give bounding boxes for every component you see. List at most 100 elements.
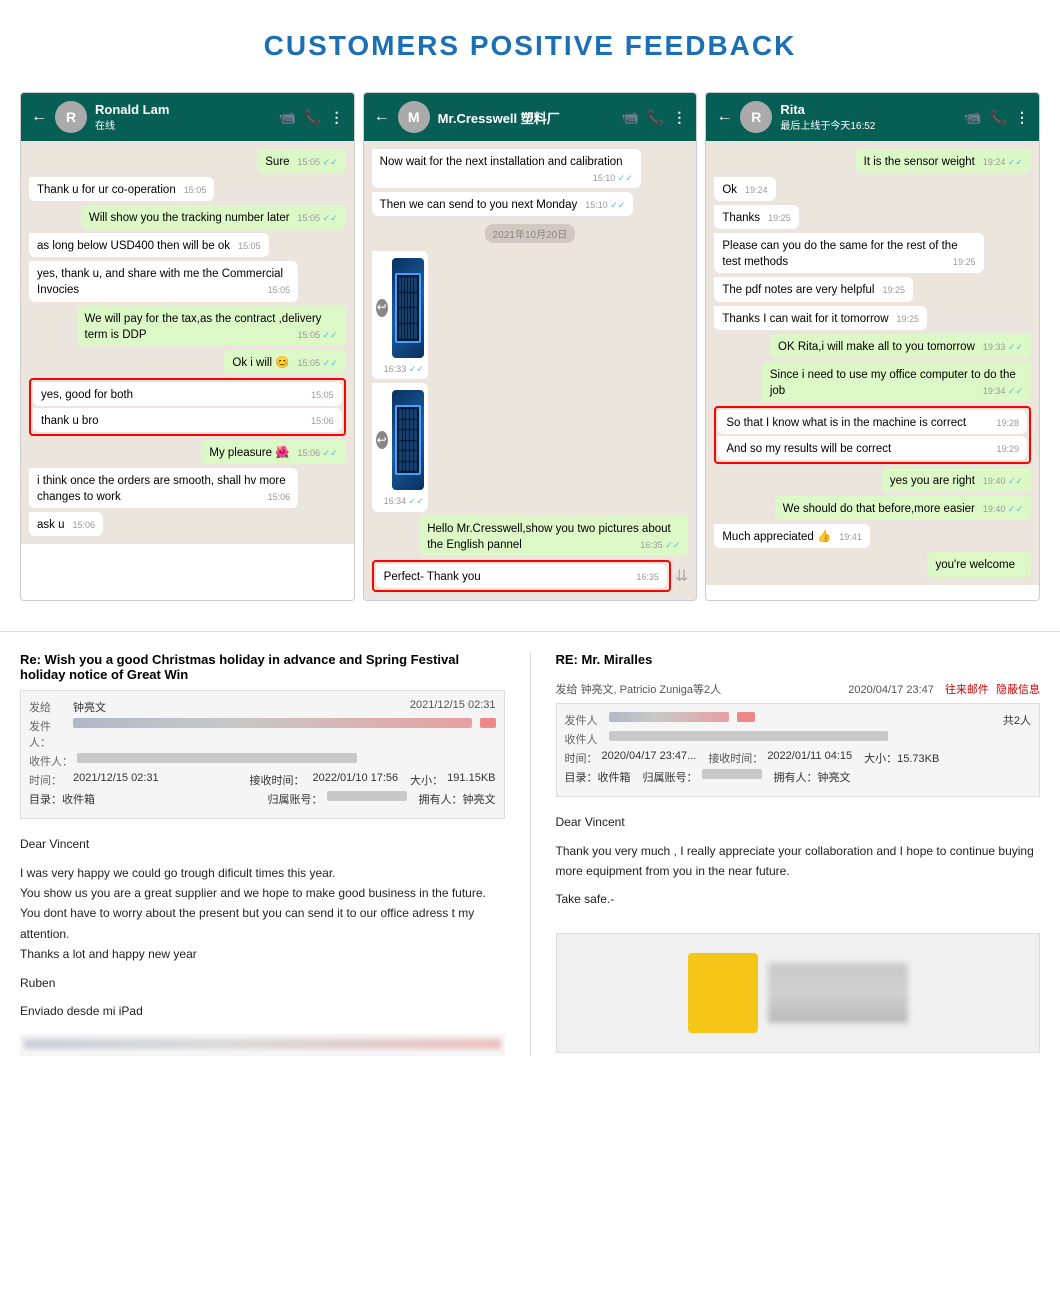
email-meta-sender: 发件人： — [29, 718, 496, 750]
blurred-sender-2 — [609, 712, 729, 722]
email-text-2: Thank you very much , I really appreciat… — [556, 841, 1041, 882]
chat-name-3: Rita — [780, 102, 956, 117]
email-section: Re: Wish you a good Christmas holiday in… — [0, 631, 1060, 1076]
list-item: i think once the orders are smooth, shal… — [29, 468, 298, 508]
yellow-image-block — [688, 953, 758, 1033]
list-item: So that I know what is in the machine is… — [718, 410, 1027, 434]
chat-body-1: Sure 15:05 ✓✓ Thank u for ur co-operatio… — [21, 141, 354, 544]
scroll-icon[interactable]: ⇊ — [675, 566, 688, 586]
email-meta-from: 发给 钟亮文 2021/12/15 02:31 — [29, 699, 496, 715]
video-icon-1[interactable]: 📹 — [279, 109, 296, 126]
list-item: thank u bro 15:06 — [33, 408, 342, 432]
blurred-recipient — [77, 753, 357, 763]
email-closing-2: Take safe.- — [556, 889, 1041, 909]
list-item: It is the sensor weight 19:24 ✓✓ — [856, 149, 1031, 173]
list-item: Thanks I can wait for it tomorrow 19:25 — [714, 306, 927, 330]
chat-header-1: ← R Ronald Lam 在线 📹 📞 ⋮ — [21, 93, 354, 141]
email-header-row-2: RE: Mr. Miralles — [556, 652, 1041, 675]
video-icon-2[interactable]: 📹 — [621, 109, 638, 126]
chat-window-2: ← M Mr.Cresswell 塑料厂 📹 📞 ⋮ Now wait for … — [363, 92, 698, 601]
phone-icon-2[interactable]: 📞 — [647, 109, 664, 126]
header-icons-1: 📹 📞 ⋮ — [279, 109, 344, 126]
list-item: yes, thank u, and share with me the Comm… — [29, 261, 298, 301]
email-signature-1: Ruben — [20, 973, 505, 993]
avatar-3: R — [740, 101, 772, 133]
list-item: Perfect- Thank you 16:35 — [376, 564, 667, 588]
list-item: yes you are right 19:40 ✓✓ — [882, 468, 1031, 492]
chat-body-2: Now wait for the next installation and c… — [364, 141, 697, 600]
phone-icon-3[interactable]: 📞 — [990, 109, 1007, 126]
page-title: CUSTOMERS POSITIVE FEEDBACK — [0, 0, 1060, 82]
list-item: OK Rita,i will make all to you tomorrow … — [770, 334, 1031, 358]
header-icons-3: 📹 📞 ⋮ — [964, 109, 1029, 126]
list-item: yes, good for both 15:05 — [33, 382, 342, 406]
chat-header-2: ← M Mr.Cresswell 塑料厂 📹 📞 ⋮ — [364, 93, 697, 141]
highlighted-messages-3: So that I know what is in the machine is… — [714, 406, 1031, 464]
email-meta-1: 发给 钟亮文 2021/12/15 02:31 发件人： 收件人： 时间： 20… — [20, 690, 505, 819]
list-item: Thank u for ur co-operation 15:05 — [29, 177, 214, 201]
list-item: you're welcome — [927, 552, 1031, 576]
chat-name-2: Mr.Cresswell 塑料厂 — [438, 108, 614, 127]
email-footer-1: Enviado desde mi iPad — [20, 1001, 505, 1021]
list-item: Ok 19:24 — [714, 177, 775, 201]
list-item: Ok i will 😊 15:05 ✓✓ — [224, 350, 345, 374]
blurred-account — [327, 791, 407, 801]
back-arrow-icon[interactable]: ← — [31, 108, 47, 126]
highlighted-message-2-wrap: Perfect- Thank you 16:35 ⇊ — [372, 560, 689, 592]
chat-status-1: 在线 — [95, 117, 271, 132]
email-text-1: I was very happy we could go trough difi… — [20, 863, 505, 965]
highlighted-message-2: Perfect- Thank you 16:35 — [372, 560, 671, 592]
highlighted-messages-1: yes, good for both 15:05 thank u bro 15:… — [29, 378, 346, 436]
email-body-2: Dear Vincent Thank you very much , I rea… — [556, 807, 1041, 923]
phone-icon-1[interactable]: 📞 — [304, 109, 321, 126]
list-item: Much appreciated 👍 19:41 — [714, 524, 869, 548]
header-info-3: Rita 最后上线于今天16:52 — [780, 102, 956, 132]
menu-icon-2[interactable]: ⋮ — [672, 109, 686, 126]
list-item: Since i need to use my office computer t… — [762, 362, 1031, 402]
list-item: We should do that before,more easier 19:… — [775, 496, 1031, 520]
list-item: Now wait for the next installation and c… — [372, 149, 641, 188]
email-greeting-1: Dear Vincent — [20, 834, 505, 854]
email-subject-1: Re: Wish you a good Christmas holiday in… — [20, 652, 505, 682]
avatar-2: M — [398, 101, 430, 133]
blurred-image-block — [768, 963, 908, 1023]
menu-icon-3[interactable]: ⋮ — [1015, 109, 1029, 126]
chat-window-1: ← R Ronald Lam 在线 📹 📞 ⋮ Sure 15:05 ✓✓ Th… — [20, 92, 355, 601]
list-item: My pleasure 🌺 15:06 ✓✓ — [201, 440, 345, 464]
list-item: We will pay for the tax,as the contract … — [77, 306, 346, 346]
back-arrow-icon-3[interactable]: ← — [716, 108, 732, 126]
date-divider-2: 2021年10月20日 — [485, 224, 576, 243]
list-item: Sure 15:05 ✓✓ — [257, 149, 345, 173]
list-item: Will show you the tracking number later … — [81, 205, 346, 229]
email-subject-2: RE: Mr. Miralles — [556, 652, 653, 667]
list-item: Please can you do the same for the rest … — [714, 233, 983, 273]
blurred-recipient-2 — [609, 731, 889, 741]
video-icon-3[interactable]: 📹 — [964, 109, 981, 126]
email-divider — [530, 652, 531, 1056]
email-body-1: Dear Vincent I was very happy we could g… — [20, 829, 505, 1034]
email-meta-time: 时间： 2021/12/15 02:31 接收时间： 2022/01/10 17… — [29, 772, 496, 788]
list-item: as long below USD400 then will be ok 15:… — [29, 233, 269, 257]
chat-status-3: 最后上线于今天16:52 — [780, 117, 956, 132]
list-item: And so my results will be correct 19:29 — [718, 436, 1027, 460]
list-item: The pdf notes are very helpful 19:25 — [714, 277, 913, 301]
header-info-2: Mr.Cresswell 塑料厂 — [438, 108, 614, 127]
header-icons-2: 📹 📞 ⋮ — [621, 109, 686, 126]
email-meta-folder: 目录：收件箱 归属账号： 拥有人：钟亮文 — [29, 791, 496, 807]
back-arrow-icon-2[interactable]: ← — [374, 108, 390, 126]
email-blurred-footer — [20, 1034, 505, 1056]
email-greeting-2: Dear Vincent — [556, 812, 1041, 832]
email-meta-recipient: 收件人： — [29, 753, 496, 769]
header-info-1: Ronald Lam 在线 — [95, 102, 271, 132]
blurred-sender — [73, 718, 472, 728]
list-item: Then we can send to you next Monday 15:1… — [372, 192, 634, 216]
avatar-1: R — [55, 101, 87, 133]
email-from-row: 发给 钟亮文, Patricio Zuniga等2人 2020/04/17 23… — [556, 681, 1041, 697]
email-image-2 — [556, 933, 1041, 1053]
email-panel-2: RE: Mr. Miralles 发给 钟亮文, Patricio Zuniga… — [556, 652, 1041, 1056]
menu-icon-1[interactable]: ⋮ — [330, 109, 344, 126]
chat-name-1: Ronald Lam — [95, 102, 271, 117]
chat-window-3: ← R Rita 最后上线于今天16:52 📹 📞 ⋮ It is the se… — [705, 92, 1040, 601]
chat-screenshots-section: ← R Ronald Lam 在线 📹 📞 ⋮ Sure 15:05 ✓✓ Th… — [0, 82, 1060, 621]
chat-body-3: It is the sensor weight 19:24 ✓✓ Ok 19:2… — [706, 141, 1039, 585]
